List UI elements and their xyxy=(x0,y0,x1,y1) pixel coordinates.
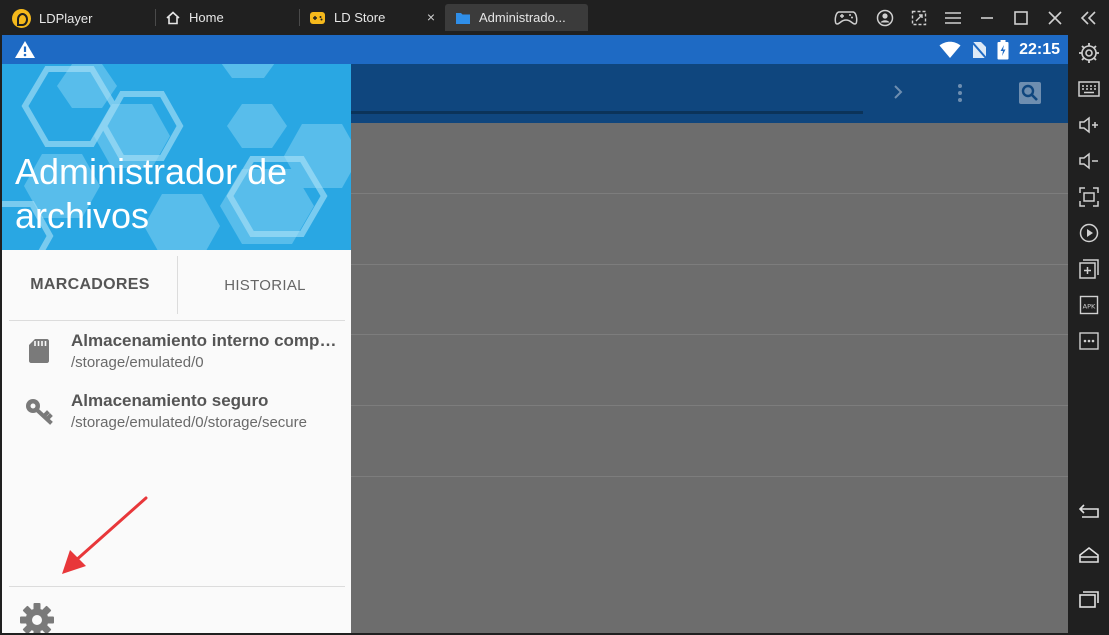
ldplayer-logo-icon xyxy=(12,8,31,28)
warning-icon xyxy=(14,40,36,64)
record-icon[interactable] xyxy=(1077,221,1101,245)
emulator-title-bar: LDPlayer Home LD Store × Administrado... xyxy=(0,0,1109,35)
tab-label: LD Store xyxy=(334,10,386,25)
chevron-right-icon[interactable] xyxy=(892,83,904,106)
more-icon[interactable] xyxy=(1077,329,1101,353)
list-divider xyxy=(351,264,1068,265)
status-time: 22:15 xyxy=(1019,41,1060,58)
path-underline xyxy=(351,111,863,114)
close-tab-icon[interactable]: × xyxy=(427,10,435,24)
tab-marcadores[interactable]: MARCADORES xyxy=(2,250,178,320)
resize-icon[interactable] xyxy=(909,8,929,28)
app-toolbar xyxy=(351,64,1068,123)
svg-text:APK: APK xyxy=(1083,303,1096,311)
storage-item-secure[interactable]: Almacenamiento seguro /storage/emulated/… xyxy=(2,386,351,446)
gamepad-icon xyxy=(310,11,325,24)
tab-divider xyxy=(177,256,178,314)
tab-ld-store[interactable]: LD Store × xyxy=(299,4,443,31)
gamepad-control-icon[interactable] xyxy=(833,8,859,28)
apk-icon[interactable]: APK xyxy=(1077,293,1101,317)
battery-charging-icon xyxy=(997,40,1009,60)
storage-item-internal[interactable]: Almacenamiento interno compartido /stora… xyxy=(2,326,351,386)
search-icon[interactable] xyxy=(1018,81,1042,110)
storage-name: Almacenamiento interno compartido xyxy=(71,331,345,350)
fullscreen-icon[interactable] xyxy=(1077,185,1101,209)
folder-icon xyxy=(456,12,470,24)
menu-icon[interactable] xyxy=(943,8,963,28)
volume-up-icon[interactable] xyxy=(1077,113,1101,137)
drawer-header: Administrador de archivos xyxy=(2,64,351,250)
tab-label: Administrado... xyxy=(479,10,566,25)
more-vert-icon[interactable] xyxy=(956,83,964,108)
home-icon xyxy=(166,10,180,24)
list-divider xyxy=(351,405,1068,406)
collapse-sidebar-icon[interactable] xyxy=(1079,8,1099,28)
keyboard-icon[interactable] xyxy=(1077,77,1101,101)
tab-file-manager[interactable]: Administrado... xyxy=(445,4,588,31)
storage-path: /storage/emulated/0/storage/secure xyxy=(71,414,307,431)
app-brand: LDPlayer xyxy=(12,8,92,28)
list-divider xyxy=(351,334,1068,335)
annotation-arrow xyxy=(62,496,148,574)
account-icon[interactable] xyxy=(875,8,895,28)
volume-down-icon[interactable] xyxy=(1077,149,1101,173)
back-icon[interactable] xyxy=(1077,499,1101,523)
recents-icon[interactable] xyxy=(1077,587,1101,611)
divider xyxy=(9,320,345,321)
tab-historial[interactable]: HISTORIAL xyxy=(179,250,351,320)
settings-icon[interactable] xyxy=(1077,41,1101,65)
app-name: LDPlayer xyxy=(39,10,93,26)
close-window-icon[interactable] xyxy=(1045,8,1065,28)
no-sim-icon xyxy=(971,41,987,59)
maximize-icon[interactable] xyxy=(1011,8,1031,28)
tab-label: Home xyxy=(189,10,224,25)
tab-home[interactable]: Home xyxy=(155,4,299,31)
gear-icon[interactable] xyxy=(18,601,56,633)
list-divider xyxy=(351,476,1068,477)
file-list-background xyxy=(351,123,1068,633)
drawer-title: Administrador de archivos xyxy=(15,151,288,236)
list-divider xyxy=(351,193,1068,194)
wifi-icon xyxy=(939,41,961,58)
drawer-tabs: MARCADORES HISTORIAL xyxy=(2,250,351,320)
minimize-icon[interactable] xyxy=(977,8,997,28)
status-icons: 22:15 xyxy=(939,38,1060,62)
key-icon xyxy=(24,396,54,426)
emulator-sidebar: APK xyxy=(1068,35,1109,635)
storage-path: /storage/emulated/0 xyxy=(71,354,204,371)
android-screen: 22:15 Administrador de archivos MARCADOR… xyxy=(2,35,1068,633)
navigation-drawer: Administrador de archivos MARCADORES HIS… xyxy=(2,64,351,633)
add-window-icon[interactable] xyxy=(1077,257,1101,281)
sd-card-icon xyxy=(24,336,54,366)
storage-name: Almacenamiento seguro xyxy=(71,391,269,410)
status-bar: 22:15 xyxy=(2,35,1068,64)
home-icon[interactable] xyxy=(1077,543,1101,567)
